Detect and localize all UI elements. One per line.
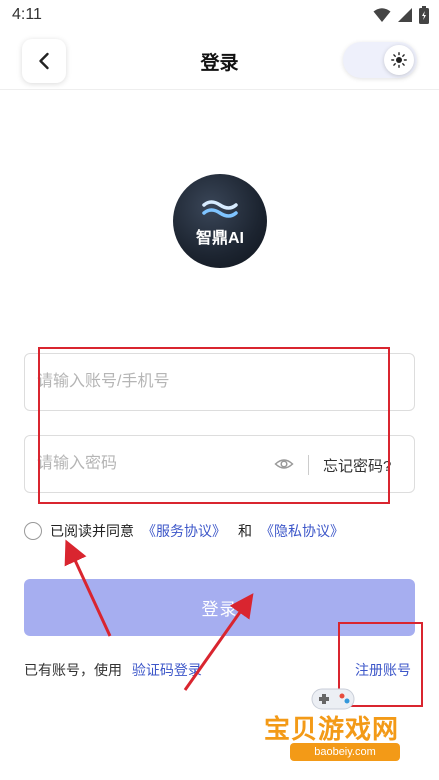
watermark-url: baobeiy.com <box>290 743 400 761</box>
watermark: 宝贝游戏网 baobeiy.com <box>262 685 432 775</box>
watermark-text: 宝贝游戏网 <box>264 714 400 744</box>
annotation-arrows <box>64 539 254 691</box>
annotation-arrow-login <box>183 593 254 691</box>
annotation-arrow-agreement <box>64 539 112 637</box>
